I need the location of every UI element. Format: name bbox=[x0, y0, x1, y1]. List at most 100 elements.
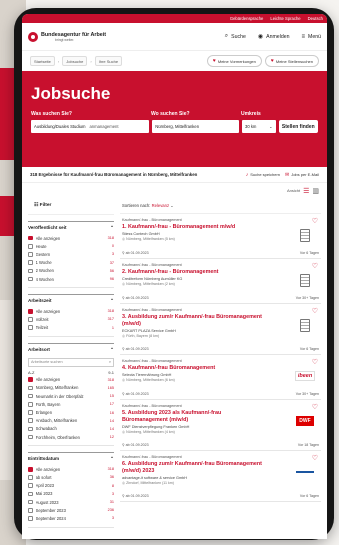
page-title: Jobsuche bbox=[31, 84, 111, 103]
checkbox[interactable] bbox=[28, 377, 33, 383]
filter-group-title[interactable]: Arbeitsort ⌃ bbox=[28, 342, 114, 356]
my-notes-button[interactable]: ♥ Meine Vormerkungen bbox=[206, 55, 262, 67]
job-title[interactable]: 2. Kaufmann/-frau - Büromanagement bbox=[122, 269, 262, 276]
heart-icon[interactable]: ♡ bbox=[312, 358, 318, 366]
checkbox[interactable] bbox=[28, 491, 33, 497]
filter-option[interactable]: September 2024 3 bbox=[28, 514, 114, 522]
filter-option[interactable]: Gestern 3 bbox=[28, 250, 114, 258]
filter-group-title[interactable]: Veröffentlicht seit ⌃ bbox=[28, 221, 114, 234]
job-title[interactable]: 1. Kaufmann/-frau - Büromanagement m/w/d bbox=[122, 224, 262, 231]
what-input[interactable]: Ausbildung/Duales Studium anmanagement bbox=[31, 120, 150, 133]
find-jobs-button[interactable]: Stellen finden bbox=[278, 120, 318, 133]
filter-option[interactable]: Alle anzeigen 318 bbox=[28, 234, 114, 242]
job-title[interactable]: 3. Ausbildung zum/r Kaufmann/-frau Bürom… bbox=[122, 314, 262, 327]
filter-option[interactable]: Erlangen 16 bbox=[28, 408, 114, 416]
job-card[interactable]: Kaufmann/-frau - Büromanagement 4. Kaufma… bbox=[120, 355, 321, 400]
offer-type-value[interactable]: Ausbildung/Duales Studium bbox=[34, 124, 85, 129]
breadcrumb-item-current[interactable]: Ihre Suche bbox=[94, 56, 123, 66]
job-card[interactable]: Kaufmann/-frau - Büromanagement 3. Ausbil… bbox=[120, 304, 321, 355]
filter-option[interactable]: 1 Woche 37 bbox=[28, 259, 114, 267]
heart-icon[interactable]: ♡ bbox=[312, 307, 318, 315]
checkbox[interactable] bbox=[28, 507, 33, 513]
filter-option[interactable]: August 2023 31 bbox=[28, 498, 114, 506]
filter-option[interactable]: Alle anzeigen 318 bbox=[28, 376, 114, 384]
job-title[interactable]: 6. Ausbildung zum/r Kaufmann/-frau Bürom… bbox=[122, 461, 262, 474]
breadcrumb-item-jobsearch[interactable]: Jobsuche bbox=[62, 56, 88, 66]
filter-option[interactable]: Schwabach 14 bbox=[28, 425, 114, 433]
filter-option[interactable]: Nürnberg, Mittelfranken 165 bbox=[28, 384, 114, 392]
checkbox[interactable] bbox=[28, 466, 33, 472]
logo-subtitle: bringt weiter. bbox=[55, 37, 75, 42]
checkbox[interactable] bbox=[28, 243, 33, 249]
checkbox[interactable] bbox=[28, 308, 33, 314]
place-search-input[interactable]: Arbeitsorte suchen ⌕ bbox=[28, 357, 114, 367]
filter-option[interactable]: 4 Wochen 96 bbox=[28, 275, 114, 283]
checkbox[interactable] bbox=[28, 418, 33, 424]
my-searches-button[interactable]: ♥ Meine Stellensuchen bbox=[264, 55, 319, 67]
where-input[interactable]: Nürnberg, Mittelfranken bbox=[152, 120, 240, 133]
checkbox[interactable] bbox=[28, 426, 33, 432]
filter-option[interactable]: Alle anzeigen 318 bbox=[28, 465, 114, 473]
filter-option[interactable]: ab sofort 36 bbox=[28, 473, 114, 481]
filter-group-title[interactable]: Arbeitszeit ⌃ bbox=[28, 294, 114, 307]
site-logo[interactable]: Bundesagentur für Arbeit bringt weiter. bbox=[28, 31, 213, 42]
checkbox[interactable] bbox=[28, 276, 33, 282]
menu-button[interactable]: ≡ Menü bbox=[302, 34, 322, 40]
filter-option[interactable]: 2 Wochen 56 bbox=[28, 267, 114, 275]
radius-select[interactable]: 30 km ⌄ bbox=[242, 120, 276, 133]
filter-option[interactable]: Alle anzeigen 318 bbox=[28, 307, 114, 315]
login-button[interactable]: ◉ Anmelden bbox=[258, 33, 290, 41]
utility-link-easy-language[interactable]: Leichte Sprache bbox=[270, 16, 300, 21]
checkbox[interactable] bbox=[28, 385, 33, 391]
checkbox[interactable] bbox=[28, 516, 33, 521]
checkbox[interactable] bbox=[28, 410, 33, 415]
filter-group-title[interactable]: Eintrittsdatum ⌃ bbox=[28, 452, 114, 465]
checkbox[interactable] bbox=[28, 483, 33, 488]
filter-option[interactable]: April 2023 8 bbox=[28, 482, 114, 490]
filter-option-label: August 2023 bbox=[35, 499, 59, 505]
checkbox[interactable] bbox=[28, 475, 33, 480]
checkbox[interactable] bbox=[28, 499, 33, 505]
filter-option[interactable]: Vollzeit 317 bbox=[28, 315, 114, 323]
job-card[interactable]: Kaufmann/-frau - Büromanagement 1. Kaufma… bbox=[120, 214, 321, 259]
checkbox[interactable] bbox=[28, 317, 33, 322]
save-search-button[interactable]: ♪ Suche speichern bbox=[246, 172, 280, 178]
sort-count-button[interactable]: 9-1 bbox=[108, 370, 114, 375]
search-button[interactable]: ⌕ Suche bbox=[225, 33, 246, 40]
sort-select[interactable]: Sortieren nach: Relevanz ⌄ bbox=[120, 198, 321, 214]
checkbox[interactable] bbox=[28, 393, 33, 399]
heart-icon[interactable]: ♡ bbox=[312, 403, 318, 411]
filter-option[interactable]: Forchheim, Oberfranken 12 bbox=[28, 433, 114, 441]
utility-link-language[interactable]: Deutsch bbox=[308, 16, 323, 21]
filter-option[interactable]: Fürth, Bayern 17 bbox=[28, 400, 114, 408]
filter-option[interactable]: Mai 2023 3 bbox=[28, 490, 114, 498]
checkbox[interactable] bbox=[28, 252, 33, 257]
job-card[interactable]: Kaufmann/-frau - Büromanagement 2. Kaufma… bbox=[120, 259, 321, 304]
filter-option[interactable]: Neumarkt in der Oberpfalz 15 bbox=[28, 392, 114, 400]
filter-option[interactable]: Teilzeit 1 bbox=[28, 324, 114, 332]
utility-link-sign-language[interactable]: Gebärdensprache bbox=[230, 16, 264, 21]
list-view-icon[interactable]: ☰ bbox=[303, 187, 309, 195]
filter-heading[interactable]: ☷ Filter bbox=[28, 198, 114, 215]
checkbox[interactable] bbox=[28, 260, 33, 265]
job-title[interactable]: 4. Kaufmann/-frau Büromanagement bbox=[122, 365, 262, 372]
heart-icon[interactable]: ♡ bbox=[312, 262, 318, 270]
heart-icon[interactable]: ♡ bbox=[312, 454, 318, 462]
heart-icon[interactable]: ♡ bbox=[312, 217, 318, 225]
checkbox[interactable] bbox=[28, 402, 33, 407]
job-card[interactable]: Kaufmann/-frau - Büromanagement 5. Ausbil… bbox=[120, 400, 321, 451]
checkbox[interactable] bbox=[28, 325, 33, 330]
filter-option[interactable]: September 2023 236 bbox=[28, 506, 114, 514]
job-card[interactable]: Kaufmann/-frau - Büromanagement 6. Ausbil… bbox=[120, 451, 321, 502]
breadcrumb-item-home[interactable]: Startseite bbox=[30, 56, 55, 66]
grid-view-icon[interactable]: ▥ bbox=[312, 187, 319, 195]
job-title[interactable]: 5. Ausbildung 2023 als Kaufmann/-frau Bü… bbox=[122, 410, 262, 423]
checkbox[interactable] bbox=[28, 235, 33, 241]
filter-option[interactable]: Ansbach, Mittelfranken 14 bbox=[28, 417, 114, 425]
checkbox[interactable] bbox=[28, 268, 33, 274]
email-jobs-button[interactable]: ✉ Jobs per E-Mail bbox=[285, 172, 319, 178]
filter-option[interactable]: Heute 0 bbox=[28, 242, 114, 250]
filter-option-count: 3 bbox=[111, 252, 114, 257]
checkbox[interactable] bbox=[28, 434, 33, 440]
sort-alpha-button[interactable]: A-Z bbox=[28, 370, 34, 375]
